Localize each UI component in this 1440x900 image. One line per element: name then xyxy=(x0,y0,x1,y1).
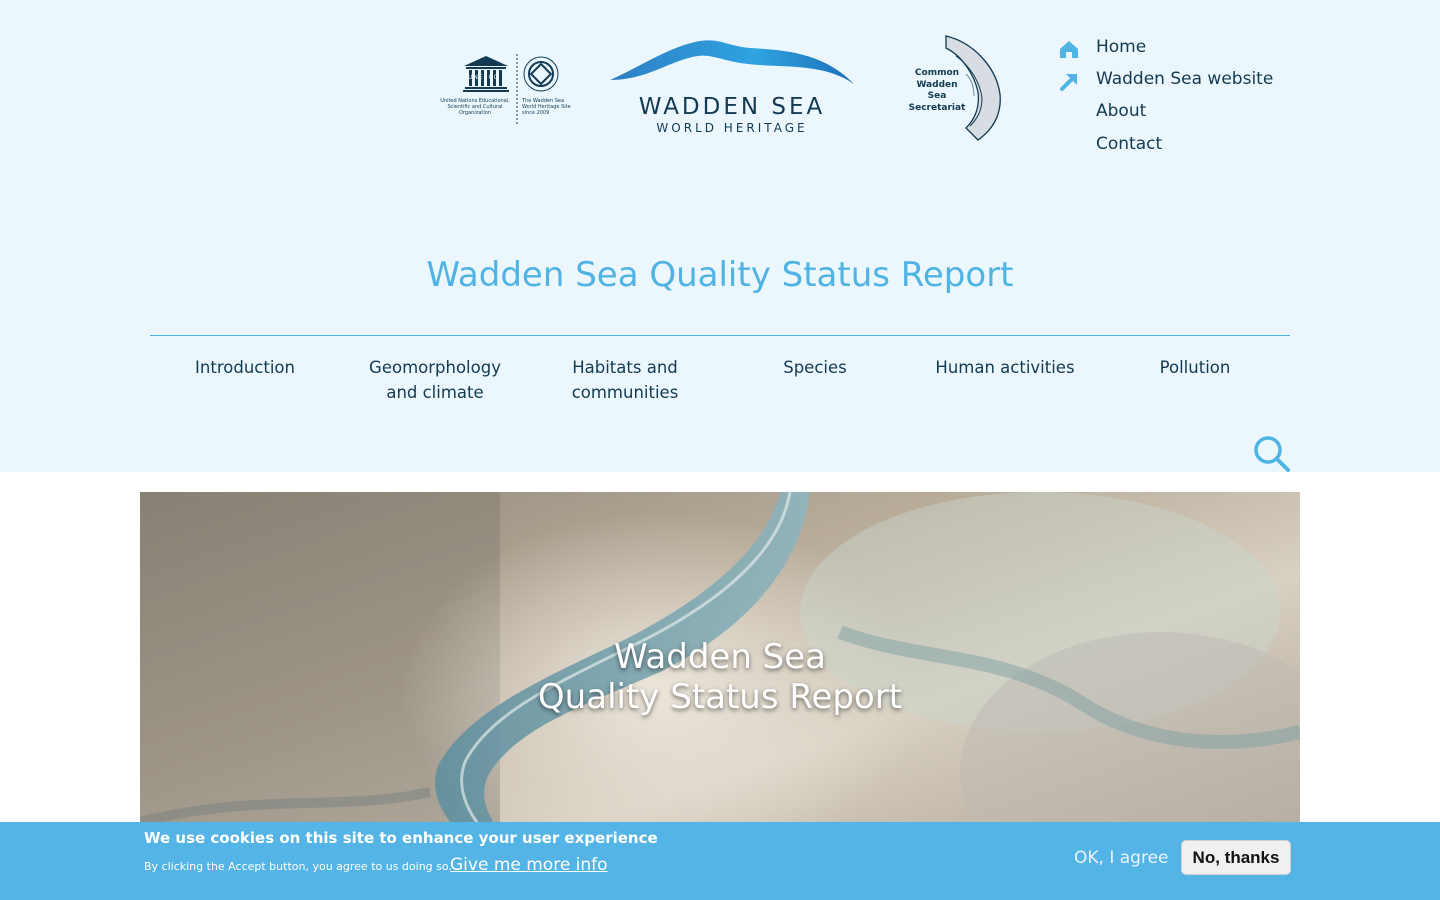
home-icon xyxy=(1060,41,1078,58)
top-nav-about[interactable]: About xyxy=(1058,98,1288,126)
top-nav-label: Contact xyxy=(1096,134,1163,154)
hero-title-line2: Quality Status Report xyxy=(537,677,903,717)
cwss-logo-text: Common Wadden Sea Secretariat xyxy=(908,68,966,113)
top-nav-home[interactable]: Home xyxy=(1058,34,1288,62)
cwss-logo[interactable]: Common Wadden Sea Secretariat xyxy=(908,34,1004,142)
main-nav: Introduction Geomorphology and climate H… xyxy=(150,355,1290,415)
nav-item-species[interactable]: Species xyxy=(720,355,910,380)
cookie-more-info-link[interactable]: Give me more info xyxy=(450,855,608,875)
cookie-subtext: By clicking the Accept button, you agree… xyxy=(144,860,452,873)
unesco-logo[interactable]: UNESCO United Nations Educational, Scien… xyxy=(438,52,578,128)
unesco-wordmark: UNESCO xyxy=(468,74,500,81)
nav-item-label: Geomorphology and climate xyxy=(369,358,501,402)
site-header: UNESCO United Nations Educational, Scien… xyxy=(0,0,1440,472)
hero-title: Wadden Sea Quality Status Report xyxy=(140,637,1300,717)
cookie-decline-button[interactable]: No, thanks xyxy=(1181,840,1291,875)
unesco-org-text: United Nations Educational, Scientific a… xyxy=(440,98,510,116)
site-title[interactable]: Wadden Sea Quality Status Report xyxy=(0,255,1440,295)
top-nav-label: Wadden Sea website xyxy=(1096,69,1274,89)
nav-item-human-activities[interactable]: Human activities xyxy=(910,355,1100,380)
top-nav-contact[interactable]: Contact xyxy=(1058,131,1288,159)
search-button[interactable] xyxy=(1252,434,1292,474)
wadden-logo-line1: WADDEN SEA xyxy=(638,94,826,120)
top-nav-wadden-sea-website[interactable]: Wadden Sea website xyxy=(1058,66,1288,94)
wadden-sea-world-heritage-logo[interactable]: WADDEN SEA WORLD HERITAGE xyxy=(608,38,856,138)
search-icon xyxy=(1254,436,1290,472)
external-arrow-icon xyxy=(1060,74,1077,91)
top-nav-label: About xyxy=(1096,101,1147,121)
nav-divider xyxy=(150,335,1290,336)
cookie-message: We use cookies on this site to enhance y… xyxy=(144,829,658,847)
nav-item-introduction[interactable]: Introduction xyxy=(150,355,340,380)
cookie-banner: We use cookies on this site to enhance y… xyxy=(0,822,1440,900)
nav-item-geomorphology-and-climate[interactable]: Geomorphology and climate xyxy=(340,355,530,405)
nav-item-habitats-and-communities[interactable]: Habitats and communities xyxy=(530,355,720,405)
unesco-temple-icon xyxy=(463,54,559,126)
wadden-logo-line2: WORLD HERITAGE xyxy=(656,121,808,135)
unesco-site-text: The Wadden Sea World Heritage Site since… xyxy=(522,98,571,116)
hero-title-line1: Wadden Sea xyxy=(613,637,827,677)
top-nav-label: Home xyxy=(1096,37,1147,57)
nav-item-pollution[interactable]: Pollution xyxy=(1100,355,1290,380)
nav-item-label: Habitats and communities xyxy=(571,358,679,402)
cookie-agree-button[interactable]: OK, I agree xyxy=(1074,848,1169,868)
